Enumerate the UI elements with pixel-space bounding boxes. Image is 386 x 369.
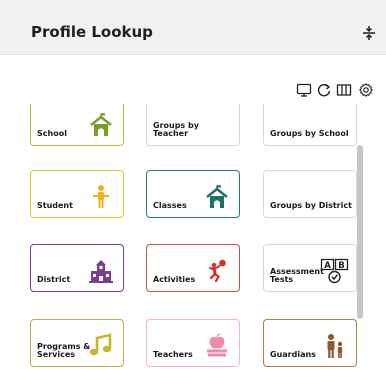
tile-student[interactable]: Student bbox=[30, 170, 124, 218]
music-note-icon bbox=[89, 333, 112, 356]
tile-teachers[interactable]: Teachers bbox=[146, 319, 240, 367]
tile-assessment-tests[interactable]: Assessment Tests A B bbox=[263, 244, 357, 292]
columns-icon[interactable] bbox=[336, 82, 352, 98]
tile-label: Groups by District bbox=[270, 201, 352, 210]
tile-label: Groups by School bbox=[270, 129, 349, 138]
tile-groups-by-district[interactable]: Groups by District bbox=[263, 170, 357, 218]
tile-school[interactable]: School bbox=[30, 104, 124, 146]
assessment-ab-icon: A B bbox=[320, 258, 349, 284]
profile-tile-grid: School Groups by Teacher Groups by Schoo… bbox=[0, 104, 386, 369]
guardians-figures-icon bbox=[327, 334, 343, 358]
panel-header: Profile Lookup bbox=[0, 0, 386, 55]
classroom-building-icon bbox=[206, 185, 228, 208]
assessment-letter-b: B bbox=[338, 261, 344, 271]
student-figure-icon bbox=[93, 185, 109, 208]
collapse-vertical-icon[interactable] bbox=[362, 25, 376, 41]
tile-label: Groups by Teacher bbox=[153, 121, 199, 138]
gear-icon[interactable] bbox=[358, 82, 374, 98]
tile-groups-by-teacher[interactable]: Groups by Teacher bbox=[146, 104, 240, 146]
monitor-icon[interactable] bbox=[296, 82, 312, 98]
page-title: Profile Lookup bbox=[31, 23, 153, 41]
apple-books-icon bbox=[207, 333, 227, 357]
refresh-icon[interactable] bbox=[316, 82, 332, 98]
scrollbar-thumb[interactable] bbox=[357, 145, 363, 319]
tile-activities[interactable]: Activities bbox=[146, 244, 240, 292]
activities-figure-icon bbox=[209, 259, 226, 283]
tile-classes[interactable]: Classes bbox=[146, 170, 240, 218]
tile-programs-services[interactable]: Programs & Services bbox=[30, 319, 124, 367]
assessment-letter-a: A bbox=[324, 261, 331, 271]
tile-guardians[interactable]: Guardians bbox=[263, 319, 357, 367]
school-building-icon bbox=[90, 113, 112, 136]
district-building-icon bbox=[89, 260, 113, 283]
tile-groups-by-school[interactable]: Groups by School bbox=[263, 104, 357, 146]
tile-district[interactable]: District bbox=[30, 244, 124, 292]
